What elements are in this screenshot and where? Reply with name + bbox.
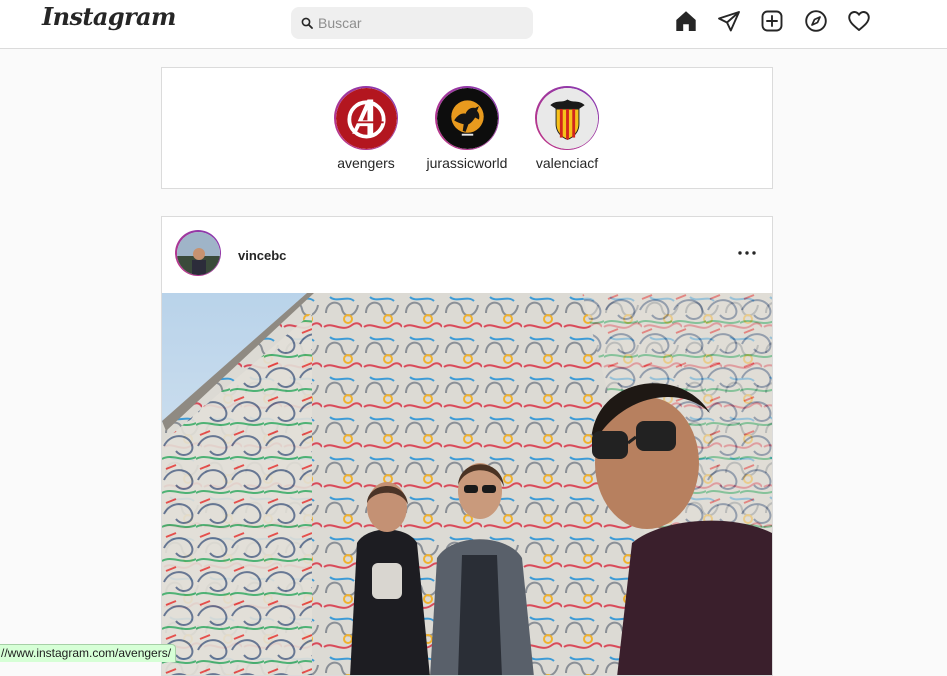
post-avatar[interactable] (175, 230, 221, 276)
explore-icon[interactable] (804, 9, 828, 33)
user-avatar-photo (176, 231, 220, 275)
post-photo[interactable] (162, 293, 772, 675)
post-header: vincebc (162, 217, 772, 293)
more-options-icon[interactable] (736, 245, 758, 261)
berlin-wall-selfie-photo (162, 293, 772, 675)
post-username[interactable]: vincebc (238, 248, 286, 263)
new-post-icon[interactable] (760, 9, 784, 33)
home-icon[interactable] (674, 9, 698, 33)
jurassicworld-avatar (436, 87, 498, 149)
top-navigation-bar: Instagram (0, 0, 947, 49)
story-jurassicworld[interactable]: jurassicworld (422, 86, 512, 171)
feed-post: vincebc (161, 216, 773, 676)
instagram-logo[interactable]: Instagram (42, 2, 176, 31)
story-ring (334, 86, 398, 150)
valenciacf-avatar (536, 87, 598, 149)
story-ring (535, 86, 599, 150)
search-box[interactable] (291, 7, 533, 39)
story-username: avengers (337, 155, 395, 171)
avengers-avatar (335, 87, 397, 149)
search-input[interactable] (318, 7, 523, 39)
activity-heart-icon[interactable] (847, 9, 871, 33)
story-username: jurassicworld (426, 155, 508, 171)
story-ring (435, 86, 499, 150)
search-icon (301, 17, 313, 29)
story-avengers[interactable]: avengers (321, 86, 411, 171)
status-bar-url: //www.instagram.com/avengers/ (0, 644, 177, 662)
stories-tray: avengers jurassicworld valenciacf (161, 67, 773, 189)
story-username: valenciacf (535, 155, 599, 171)
story-valenciacf[interactable]: valenciacf (522, 86, 612, 171)
direct-message-icon[interactable] (717, 9, 741, 33)
